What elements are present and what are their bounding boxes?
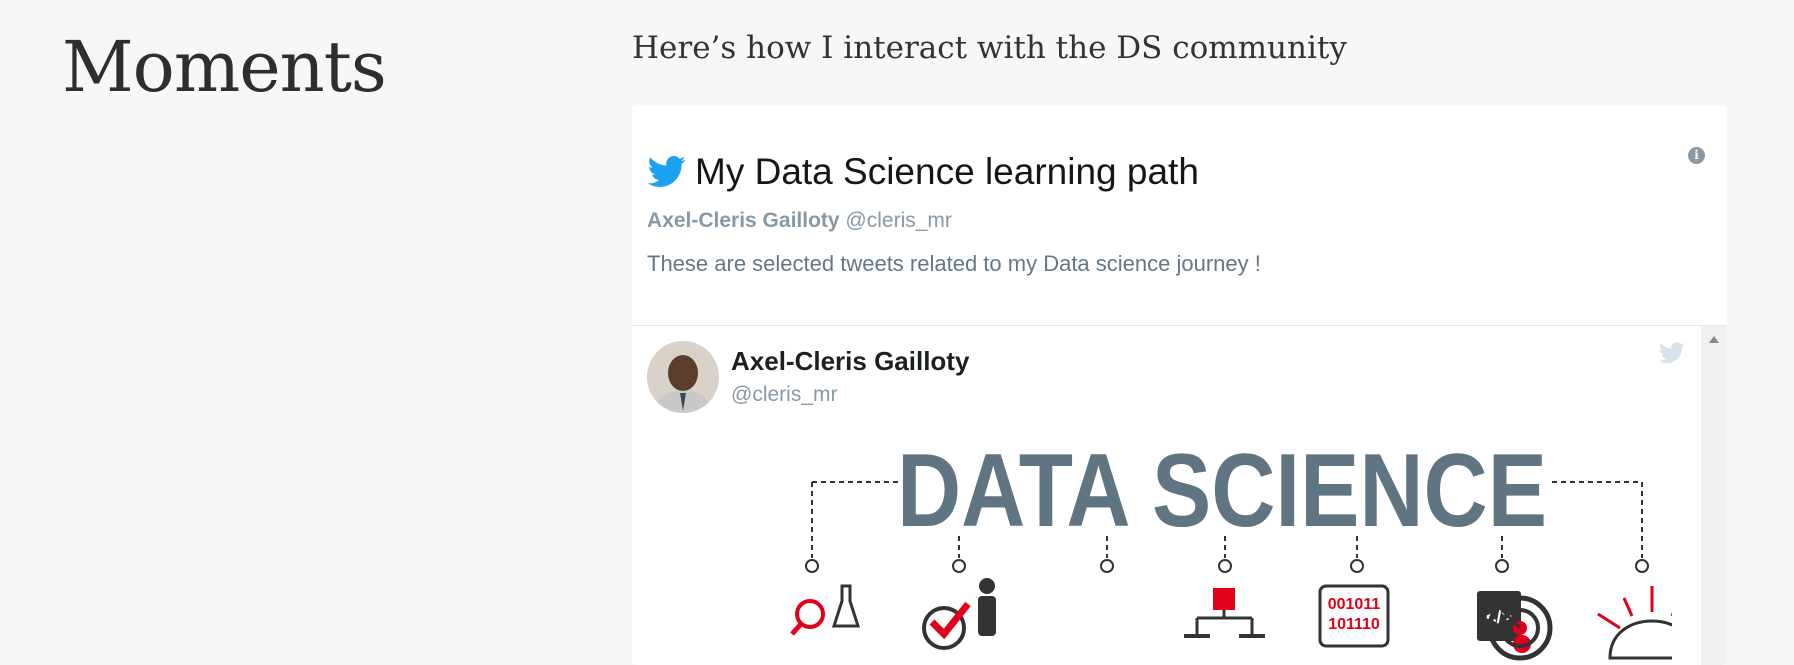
avatar-portrait [647, 341, 719, 413]
magnifier-flask-icon [790, 584, 861, 636]
tweet-card: Axel-Cleris Gailloty @cleris_mr DATA SCI… [632, 326, 1701, 665]
timeline-header: My Data Science learning path Axel-Cleri… [647, 151, 1667, 277]
checkmark-person-icon [922, 578, 996, 650]
section-subtitle: Here’s how I interact with the DS commun… [632, 30, 1347, 66]
info-icon[interactable]: i [1688, 147, 1705, 164]
image-connector-nodes [805, 559, 1649, 573]
binary-line-1: 001011 [1328, 596, 1381, 613]
tweet-image[interactable]: DATA SCIENCE 001011 101110 </> [772, 436, 1672, 665]
timeline-title[interactable]: My Data Science learning path [695, 151, 1199, 193]
hierarchy-icon [1184, 588, 1265, 638]
curator-name[interactable]: Axel-Cleris Gailloty [647, 209, 840, 232]
timeline-title-row: My Data Science learning path [647, 151, 1667, 193]
scroll-up-arrow-icon[interactable] [1709, 336, 1719, 343]
page-title: Moments [62, 26, 387, 108]
tweet-author-handle[interactable]: @cleris_mr [731, 383, 838, 407]
timeline-description: These are selected tweets related to my … [647, 251, 1261, 276]
tweet-author-name[interactable]: Axel-Cleris Gailloty [731, 346, 969, 377]
twitter-bird-icon[interactable] [1659, 342, 1685, 364]
binary-data-icon: 001011 101110 [1318, 584, 1390, 648]
avatar[interactable] [647, 341, 719, 413]
twitter-bird-icon [647, 156, 686, 187]
binary-line-2: 101110 [1328, 616, 1380, 633]
twitter-timeline-embed: i My Data Science learning path Axel-Cle… [632, 105, 1727, 665]
scrollbar[interactable] [1701, 326, 1727, 665]
curator-handle[interactable]: @cleris_mr [845, 209, 952, 232]
timeline-curator: Axel-Cleris Gailloty @cleris_mr [647, 209, 1667, 233]
image-headline: DATA SCIENCE [897, 436, 1547, 549]
